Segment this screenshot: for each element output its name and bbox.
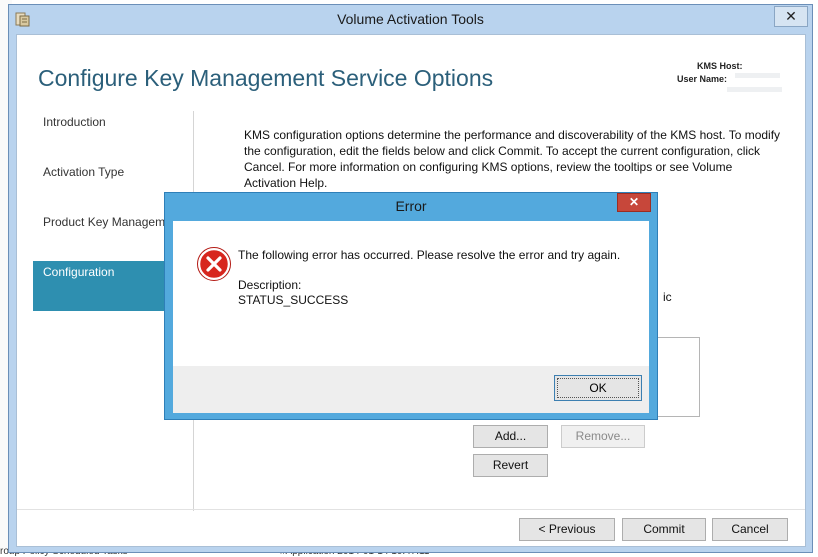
title-bar[interactable]: Volume Activation Tools ✕ [9,5,812,33]
nav-item-configuration[interactable]: Configuration [33,261,178,311]
window-title: Volume Activation Tools [337,11,484,27]
page-title: Configure Key Management Service Options [38,65,494,91]
error-dialog-footer: OK [173,366,649,413]
error-dialog-title: Error [395,198,427,214]
nav-item-introduction[interactable]: Introduction [33,111,178,161]
error-x-icon [197,247,231,281]
error-description-label: Description: [238,278,302,292]
kms-host-value [735,73,780,78]
nav-item-label: Activation Type [43,165,125,179]
partial-label: ic [663,290,672,304]
error-message: The following error has occurred. Please… [238,248,621,262]
nav-item-product-key-management[interactable]: Product Key Management [33,211,178,261]
error-dialog-body: The following error has occurred. Please… [173,221,649,366]
remove-button[interactable]: Remove... [561,425,645,448]
kms-host-label: KMS Host: [697,61,743,71]
ok-button[interactable]: OK [554,375,642,401]
nav-item-label: Configuration [43,265,115,279]
user-name-label: User Name: [677,74,728,84]
revert-button[interactable]: Revert [473,454,548,477]
add-button[interactable]: Add... [473,425,548,448]
configuration-description: KMS configuration options determine the … [244,128,781,190]
cancel-button[interactable]: Cancel [712,518,788,541]
nav-item-activation-type[interactable]: Activation Type [33,161,178,211]
error-dialog-close-button[interactable]: ✕ [617,193,651,212]
nav-item-label: Product Key Management [43,215,178,229]
footer-divider [17,509,805,510]
error-dialog: Error ✕ The following error has occurred… [164,192,658,420]
previous-button[interactable]: < Previous [519,518,615,541]
nav-item-label: Introduction [43,115,106,129]
user-name-value [727,87,782,92]
commit-button[interactable]: Commit [622,518,706,541]
error-description-value: STATUS_SUCCESS [238,293,349,307]
window-close-button[interactable]: ✕ [774,6,808,27]
